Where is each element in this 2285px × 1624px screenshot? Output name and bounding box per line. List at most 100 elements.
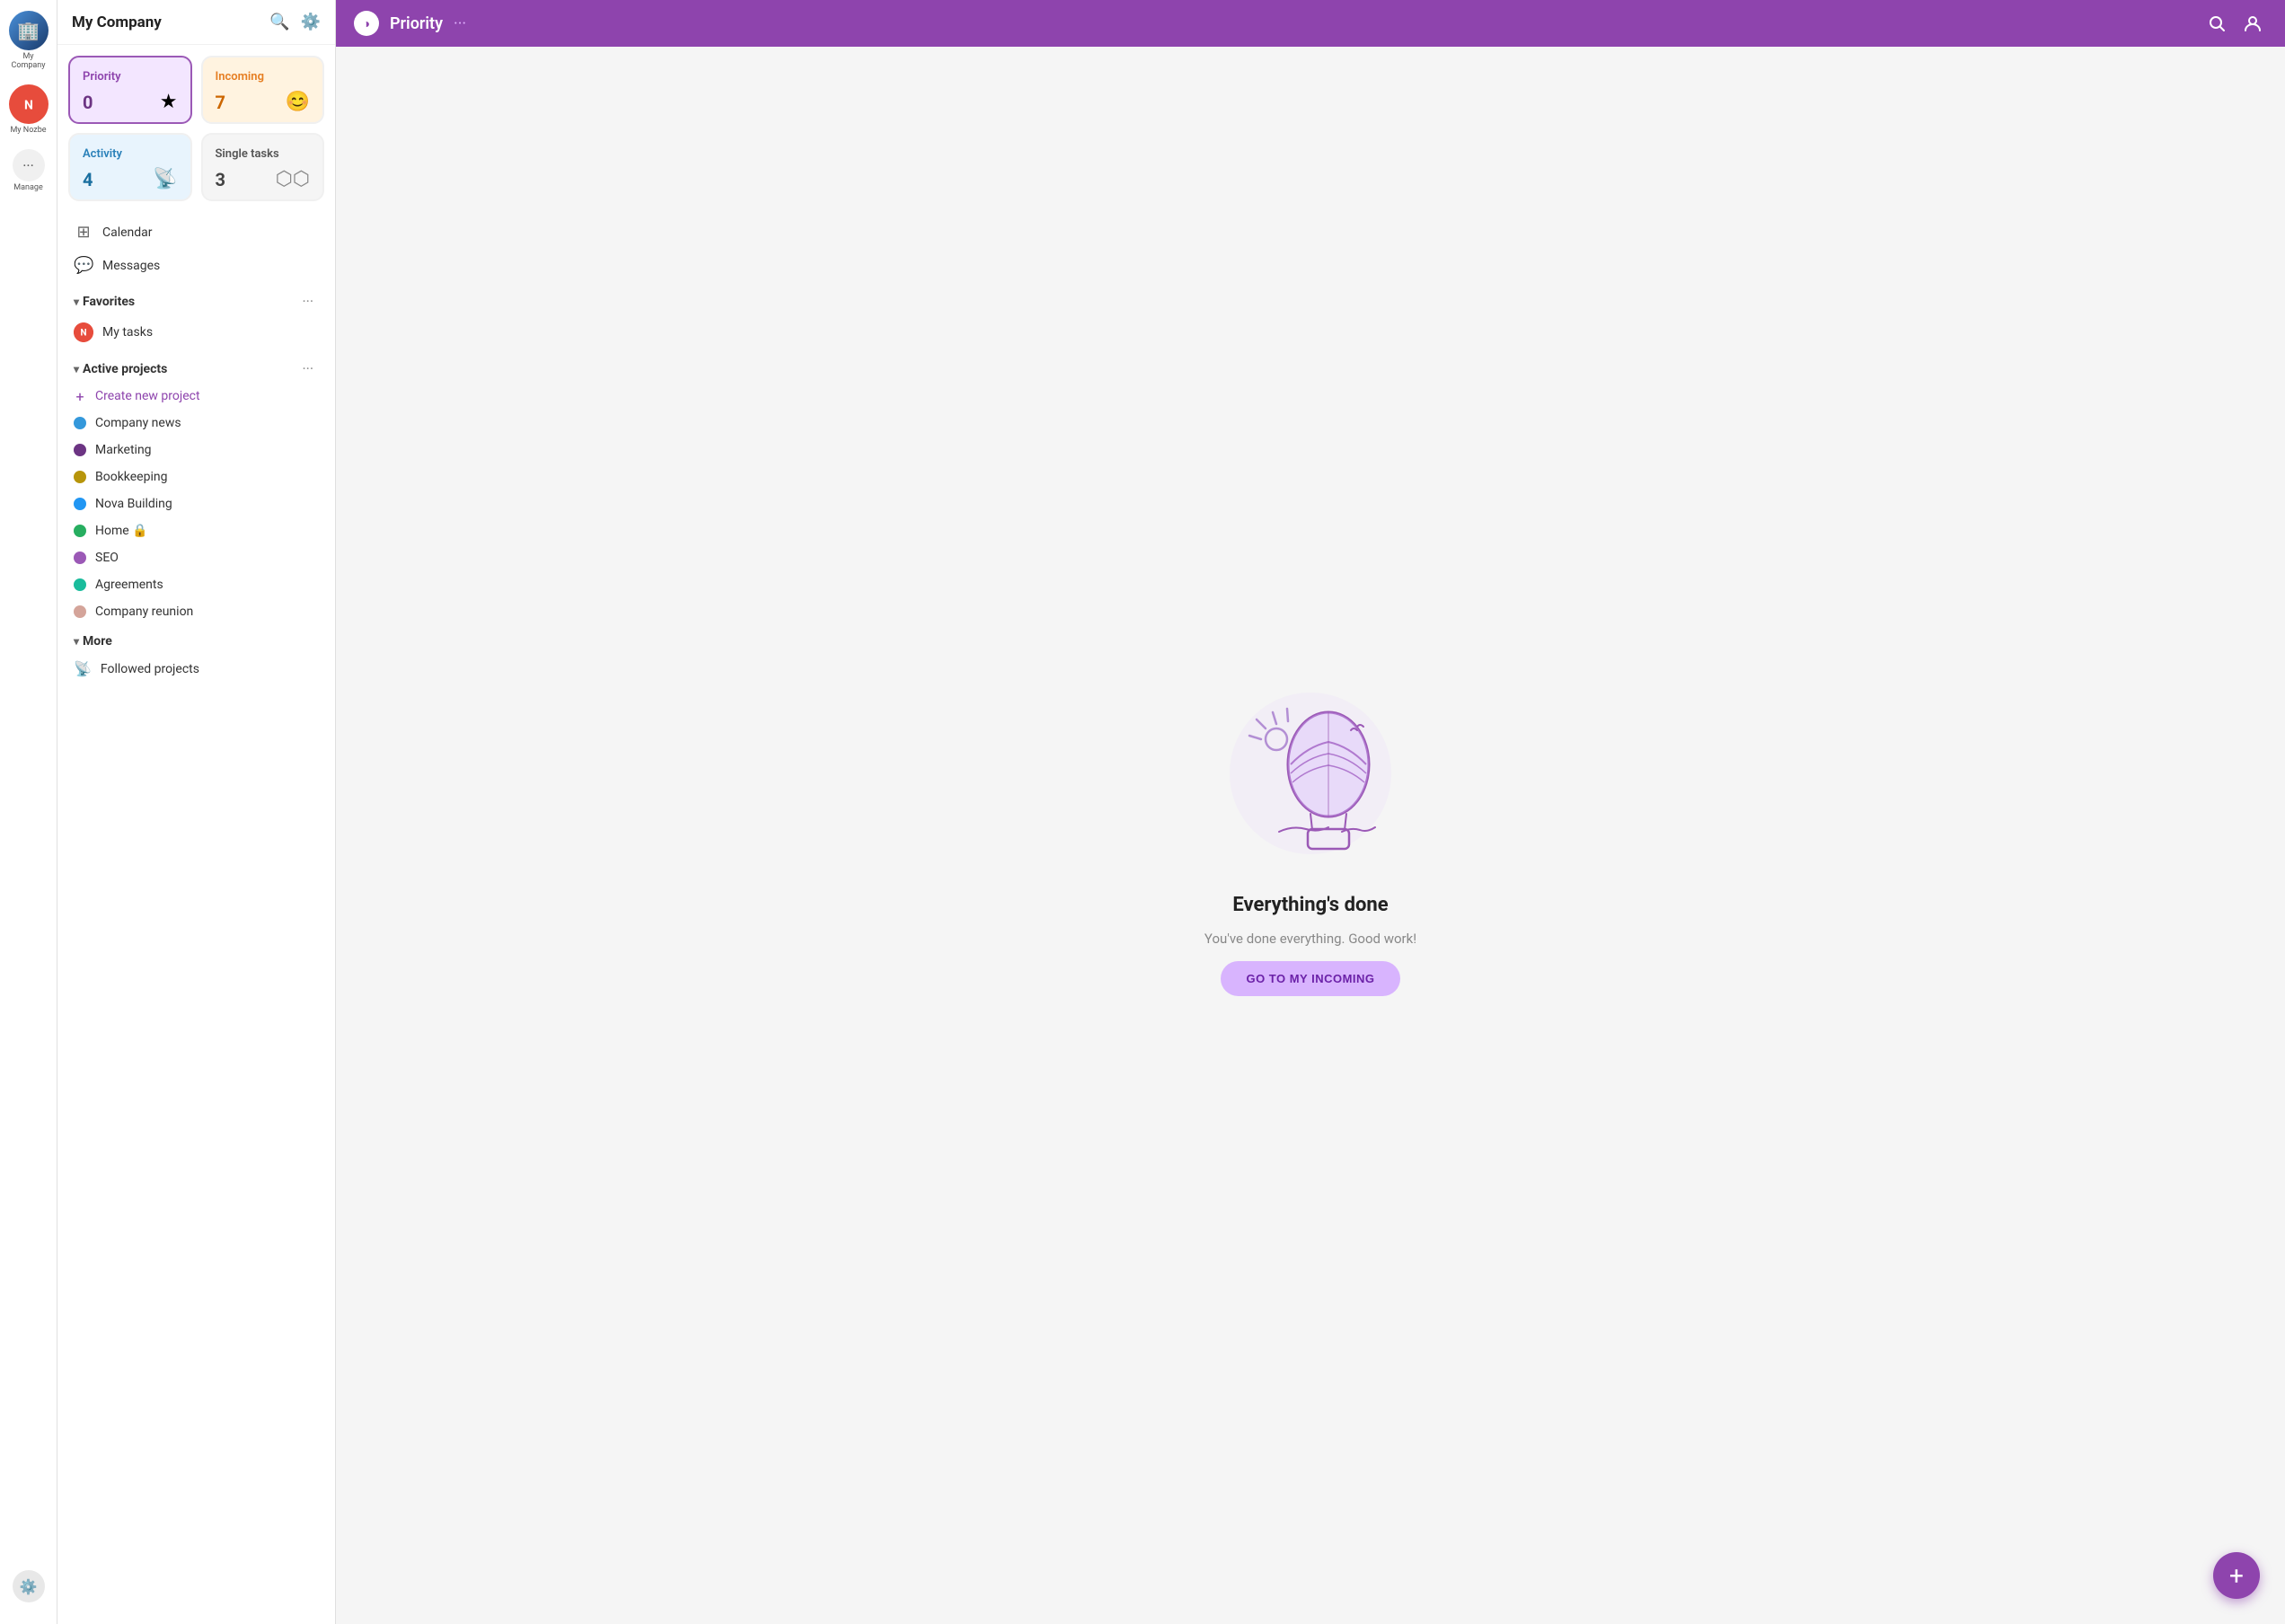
sidebar-item-manage[interactable]: ··· Manage	[5, 146, 52, 196]
nozbe-label: My Nozbe	[10, 126, 46, 135]
settings-icon[interactable]: ⚙️	[301, 13, 321, 31]
messages-icon: 💬	[74, 256, 93, 275]
sidebar-header-icons: 🔍 ⚙️	[269, 13, 321, 31]
card-incoming-bottom: 7 😊	[216, 91, 311, 113]
card-activity-label: Activity	[83, 147, 178, 161]
followed-projects-item[interactable]: 📡 Followed projects	[68, 654, 324, 684]
icon-bar: 🏢 My Company N My Nozbe ··· Manage ⚙️	[0, 0, 57, 1624]
project-dot-nova-building	[74, 498, 86, 510]
incoming-smiley-icon: 😊	[286, 91, 310, 113]
my-tasks-label: My tasks	[102, 325, 153, 340]
card-single-tasks-bottom: 3 ⬡⬡	[216, 168, 311, 190]
topbar-logo: ◑	[354, 11, 379, 36]
project-label-company-news: Company news	[95, 416, 181, 430]
create-new-project-item[interactable]: + Create new project	[68, 383, 324, 410]
card-single-tasks-label: Single tasks	[216, 147, 311, 161]
topbar-more-button[interactable]: ···	[454, 14, 466, 33]
card-activity-count: 4	[83, 169, 93, 190]
favorites-label: Favorites	[83, 295, 135, 309]
followed-projects-label: Followed projects	[101, 662, 199, 676]
project-dot-marketing	[74, 444, 86, 456]
go-to-incoming-button[interactable]: GO TO MY INCOMING	[1221, 961, 1399, 996]
project-dot-company-news	[74, 417, 86, 429]
fab-add-button[interactable]: +	[2213, 1552, 2260, 1599]
project-label-company-reunion: Company reunion	[95, 605, 193, 619]
card-single-tasks-count: 3	[216, 169, 225, 190]
project-item-home[interactable]: Home 🔒	[68, 517, 324, 544]
project-label-marketing: Marketing	[95, 443, 152, 457]
nav-item-my-tasks[interactable]: N My tasks	[68, 315, 324, 349]
cards-grid: Priority 0 ★ Incoming 7 😊 Activity 4 📡	[68, 56, 324, 201]
manage-dots-icon: ···	[13, 149, 45, 181]
company-label: My Company	[9, 52, 49, 70]
sidebar-item-my-nozbe[interactable]: N My Nozbe	[5, 81, 52, 138]
settings-icon: ⚙️	[13, 1570, 45, 1602]
sidebar-title: My Company	[72, 13, 162, 31]
main-area: ◑ Priority ···	[336, 0, 2285, 1624]
empty-state: Everything's done You've done everything…	[1204, 675, 1416, 996]
project-item-bookkeeping[interactable]: Bookkeeping	[68, 463, 324, 490]
active-projects-label: Active projects	[83, 362, 167, 376]
nav-item-messages[interactable]: 💬 Messages	[68, 249, 324, 282]
topbar-search-button[interactable]	[2202, 9, 2231, 38]
project-item-company-news[interactable]: Company news	[68, 410, 324, 437]
create-plus-icon: +	[74, 390, 86, 402]
more-section-header[interactable]: ▾ More	[68, 625, 324, 654]
card-activity[interactable]: Activity 4 📡	[68, 133, 192, 201]
project-item-marketing[interactable]: Marketing	[68, 437, 324, 463]
card-single-tasks[interactable]: Single tasks 3 ⬡⬡	[201, 133, 325, 201]
content-area: Everything's done You've done everything…	[336, 47, 2285, 1624]
nav-messages-label: Messages	[102, 259, 160, 273]
card-priority-count: 0	[83, 92, 93, 113]
card-priority[interactable]: Priority 0 ★	[68, 56, 192, 124]
favorites-chevron-icon: ▾	[74, 296, 79, 308]
card-incoming-label: Incoming	[216, 70, 311, 84]
empty-state-subtitle: You've done everything. Good work!	[1204, 931, 1416, 947]
topbar-profile-button[interactable]	[2238, 9, 2267, 38]
empty-state-title: Everything's done	[1232, 894, 1388, 916]
search-icon[interactable]: 🔍	[269, 13, 289, 31]
project-item-seo[interactable]: SEO	[68, 544, 324, 571]
project-dot-bookkeeping	[74, 471, 86, 483]
sidebar-content: Priority 0 ★ Incoming 7 😊 Activity 4 📡	[57, 45, 335, 1624]
card-incoming-count: 7	[216, 92, 225, 113]
card-priority-label: Priority	[83, 70, 178, 84]
favorites-toggle[interactable]: ▾ Favorites	[74, 295, 135, 309]
project-label-bookkeeping: Bookkeeping	[95, 470, 167, 484]
project-dot-home	[74, 525, 86, 537]
nav-calendar-label: Calendar	[102, 225, 153, 240]
nav-item-calendar[interactable]: ⊞ Calendar	[68, 216, 324, 249]
followed-projects-icon: 📡	[74, 660, 92, 677]
activity-signal-icon: 📡	[153, 168, 177, 190]
project-item-company-reunion[interactable]: Company reunion	[68, 598, 324, 625]
project-dot-company-reunion	[74, 605, 86, 618]
project-item-nova-building[interactable]: Nova Building	[68, 490, 324, 517]
favorites-section-header: ▾ Favorites ···	[68, 282, 324, 315]
project-item-agreements[interactable]: Agreements	[68, 571, 324, 598]
sidebar-item-settings[interactable]: ⚙️	[5, 1567, 52, 1606]
project-dot-seo	[74, 552, 86, 564]
nozbe-avatar: N	[9, 84, 49, 124]
topbar-right	[2202, 9, 2267, 38]
card-incoming[interactable]: Incoming 7 😊	[201, 56, 325, 124]
topbar-title: Priority	[390, 14, 443, 33]
priority-star-icon: ★	[160, 91, 178, 113]
project-dot-agreements	[74, 578, 86, 591]
sidebar-item-my-company[interactable]: 🏢 My Company	[5, 7, 52, 74]
active-projects-toggle[interactable]: ▾ Active projects	[74, 362, 167, 376]
card-priority-bottom: 0 ★	[83, 91, 178, 113]
project-label-seo: SEO	[95, 551, 119, 565]
project-label-home: Home 🔒	[95, 524, 148, 538]
balloon-illustration	[1212, 675, 1409, 872]
svg-text:N: N	[80, 329, 86, 339]
create-project-label: Create new project	[95, 389, 200, 403]
active-projects-chevron-icon: ▾	[74, 363, 79, 375]
more-label: More	[83, 634, 112, 649]
svg-text:N: N	[24, 98, 33, 112]
single-tasks-cluster-icon: ⬡⬡	[276, 168, 310, 190]
calendar-icon: ⊞	[74, 223, 93, 242]
my-tasks-avatar: N	[74, 322, 93, 342]
favorites-more-button[interactable]: ···	[296, 291, 319, 312]
active-projects-more-button[interactable]: ···	[296, 358, 319, 379]
topbar: ◑ Priority ···	[336, 0, 2285, 47]
